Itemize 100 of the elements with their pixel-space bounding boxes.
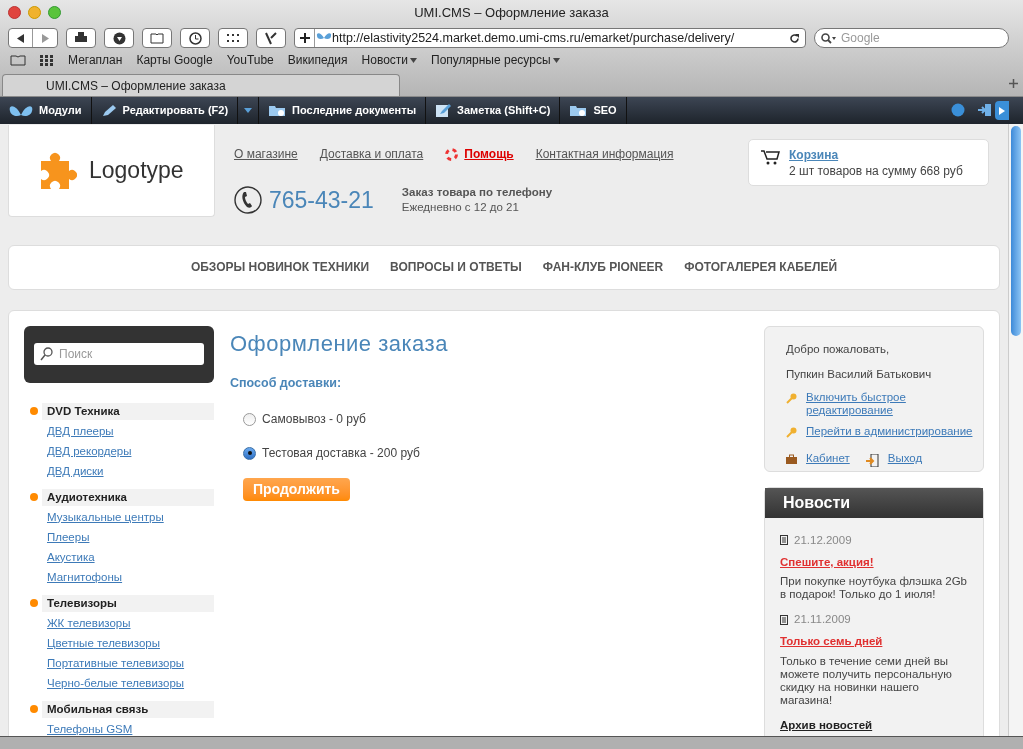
top-nav-link[interactable]: Контактная информация [535, 145, 674, 163]
butterfly-logo-icon [9, 104, 33, 117]
bookmark-item[interactable]: Популярные ресурсы [431, 51, 551, 69]
folder-icon [268, 104, 287, 117]
news-text: При покупке ноутбука флэшка 2Gb в подарок! Только до 1 июля! [780, 575, 968, 601]
close-window-button[interactable] [8, 6, 21, 19]
bookmark-item[interactable]: Новости [361, 51, 409, 69]
lifebuoy-icon [445, 147, 459, 161]
admin-bar-button[interactable]: SEO [560, 97, 627, 124]
exit-icon[interactable] [977, 103, 993, 117]
option-label[interactable]: Самовывоз - 0 руб [262, 410, 366, 429]
user-name: Пупкин Василий Батькович [786, 366, 933, 382]
category-link[interactable]: Цветные телевизоры [47, 636, 160, 649]
category-heading: Мобильная связь [42, 700, 214, 718]
category-link[interactable]: ЖК телевизоры [47, 616, 131, 629]
user-link[interactable]: Включить быстрое редактирование [806, 391, 979, 417]
help-link[interactable]: Помощь [464, 145, 514, 163]
category-heading: DVD Техника [42, 402, 214, 420]
category-link[interactable]: Черно-белые телевизоры [47, 676, 185, 689]
category-link[interactable]: Плееры [47, 530, 90, 543]
user-link[interactable]: Выход [887, 452, 923, 465]
reader-button[interactable] [142, 28, 172, 48]
search-icon [821, 32, 837, 44]
grid-button[interactable] [218, 28, 248, 48]
category-link[interactable]: ДВД рекордеры [47, 444, 132, 457]
radio-button[interactable] [243, 412, 256, 426]
bookmark-add-button[interactable] [256, 28, 286, 48]
key-icon [786, 427, 797, 438]
note-icon [435, 103, 452, 118]
main-menu-link[interactable]: ОБЗОРЫ НОВИНОК ТЕХНИКИ [190, 258, 370, 276]
page-heading: Оформление заказа [230, 329, 449, 358]
folder-icon [569, 104, 588, 117]
category-link[interactable]: Телефоны GSM [47, 722, 133, 735]
history-button[interactable] [180, 28, 210, 48]
delivery-method-label: Способ доставки: [230, 374, 343, 392]
bullet-icon [30, 493, 38, 501]
user-link[interactable]: Перейти в администрирование [806, 425, 973, 438]
logo-text[interactable]: Logotype [89, 153, 184, 188]
grid-icon[interactable] [40, 54, 54, 66]
news-header: Новости [765, 487, 983, 518]
news-archive-link[interactable]: Архив новостей [780, 716, 968, 734]
category-link[interactable]: Акустика [47, 550, 95, 563]
panel-toggle-button[interactable] [995, 101, 1009, 120]
download-button[interactable] [104, 28, 134, 48]
main-menu-link[interactable]: ФАН-КЛУБ PIONEER [542, 258, 664, 276]
category-heading: Аудиотехника [42, 488, 214, 506]
admin-bar-button[interactable]: Заметка (Shift+C) [426, 97, 561, 124]
bullet-icon [30, 599, 38, 607]
admin-bar-button[interactable]: Редактировать (F2) [91, 97, 239, 124]
phone-number: 765-43-21 [269, 186, 374, 215]
category-link[interactable]: Музыкальные центры [47, 510, 164, 523]
arrow-icon [999, 106, 1005, 115]
bullet-icon [30, 705, 38, 713]
phone-icon [234, 186, 262, 215]
phone-order-label: Заказ товара по телефону [401, 185, 553, 201]
bookmark-item[interactable]: Википедия [287, 51, 348, 69]
top-nav-link[interactable]: О магазине [234, 145, 298, 163]
caret-icon [552, 57, 560, 63]
key-icon [786, 393, 797, 404]
news-date: 21.11.2009 [794, 612, 851, 627]
briefcase-icon [786, 454, 797, 464]
book-icon[interactable] [10, 54, 26, 66]
scrollbar[interactable] [1008, 124, 1023, 736]
cart-icon [761, 149, 781, 165]
forward-arrow-icon [40, 33, 50, 43]
document-icon [780, 614, 788, 625]
cart-summary: 2 шт товаров на сумму 668 руб [789, 163, 963, 179]
download-icon [112, 31, 126, 45]
print-button[interactable] [66, 28, 96, 48]
browser-tab[interactable]: UMI.CMS – Оформление заказа [2, 74, 400, 96]
phone-hours: Ежедневно с 12 до 21 [401, 200, 520, 216]
news-text: Только в течение семи дней вы можете получить персональную скидку на новинки нашего магазина! [780, 654, 953, 707]
cart-link[interactable]: Корзина [789, 147, 963, 163]
greeting-text: Добро пожаловать, [786, 341, 891, 357]
option-label[interactable]: Тестовая доставка - 200 руб [262, 444, 420, 463]
category-link[interactable]: ДВД плееры [47, 424, 114, 437]
back-arrow-icon [16, 33, 25, 43]
caret-icon [244, 108, 253, 113]
new-tab-icon[interactable] [1009, 79, 1018, 88]
caret-icon [410, 57, 418, 63]
category-heading: Телевизоры [42, 594, 214, 612]
radio-button[interactable] [243, 446, 256, 460]
top-nav-link[interactable]: Доставка и оплата [319, 145, 424, 163]
news-title-link[interactable]: Спешите, акция! [780, 553, 968, 571]
bookmark-item[interactable]: YouTube [226, 51, 274, 69]
clock-icon [188, 31, 202, 45]
pencil-icon [100, 103, 117, 118]
category-link[interactable]: ДВД диски [47, 464, 104, 477]
book-icon [150, 32, 164, 44]
category-link[interactable]: Портативные телевизоры [47, 656, 185, 669]
user-link[interactable]: Кабинет [806, 452, 850, 465]
news-title-link[interactable]: Только семь дней [780, 633, 968, 651]
admin-bar-button[interactable]: Модули [0, 97, 92, 124]
main-menu-link[interactable]: ФОТОГАЛЕРЕЯ КАБЕЛЕЙ [684, 258, 838, 276]
admin-bar-button[interactable]: Последние документы [259, 97, 427, 124]
category-link[interactable]: Магнитофоны [47, 570, 123, 583]
bookmark-item[interactable]: Мегаплан [68, 51, 123, 69]
bookmark-item[interactable]: Карты Google [136, 51, 213, 69]
main-menu-link[interactable]: ВОПРОСЫ И ОТВЕТЫ [390, 258, 522, 276]
zoom-window-button[interactable] [48, 6, 61, 19]
